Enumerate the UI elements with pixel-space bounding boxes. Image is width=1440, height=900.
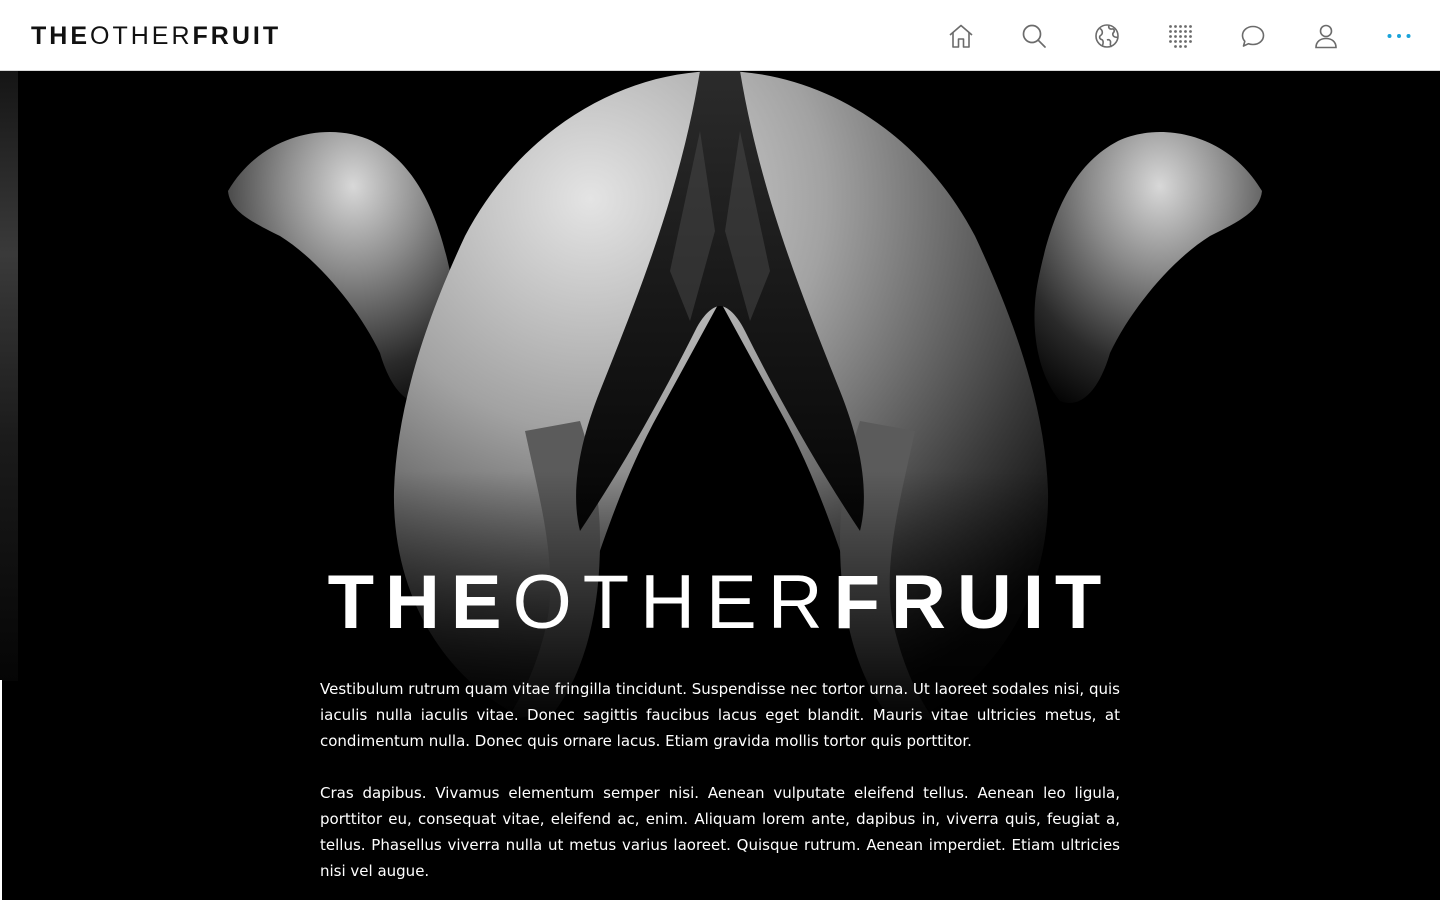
search-icon <box>1022 24 1046 48</box>
main-nav <box>924 0 1435 71</box>
more-dots-icon <box>1387 33 1410 38</box>
logo-part-other: OTHER <box>90 22 193 50</box>
chat-bubble-icon <box>1241 25 1264 47</box>
logo-part-the: THE <box>31 22 90 50</box>
hero-paragraph-2: Cras dapibus. Vivamus elementum semper n… <box>320 784 1120 880</box>
globe-icon <box>1094 23 1119 48</box>
logo-part-fruit: FRUIT <box>192 22 282 50</box>
home-icon <box>948 24 973 48</box>
hero-title-fruit: FRUIT <box>833 560 1113 645</box>
hero-title-the: THE <box>327 560 513 645</box>
nav-grid-button[interactable] <box>1143 0 1216 71</box>
hero-description: Vestibulum rutrum quam vitae fringilla t… <box>320 676 1120 900</box>
nav-messages-button[interactable] <box>1216 0 1289 71</box>
hero-title-other: OTHER <box>512 560 834 645</box>
user-icon <box>1314 24 1337 48</box>
dot-grid-icon <box>1168 24 1192 48</box>
hero-section: THEOTHERFRUIT Vestibulum rutrum quam vit… <box>0 71 1440 900</box>
previous-slide-edge <box>0 71 18 681</box>
nav-home-button[interactable] <box>924 0 997 71</box>
site-logo[interactable]: THEOTHERFRUIT <box>31 22 282 50</box>
hero-paragraph-1: Vestibulum rutrum quam vitae fringilla t… <box>320 680 1120 750</box>
nav-explore-button[interactable] <box>1070 0 1143 71</box>
nav-more-button[interactable] <box>1362 0 1435 71</box>
divider-line <box>0 680 2 900</box>
nav-search-button[interactable] <box>997 0 1070 71</box>
hero-title: THEOTHERFRUIT <box>320 563 1120 643</box>
top-navigation-bar: THEOTHERFRUIT <box>0 0 1440 71</box>
nav-profile-button[interactable] <box>1289 0 1362 71</box>
